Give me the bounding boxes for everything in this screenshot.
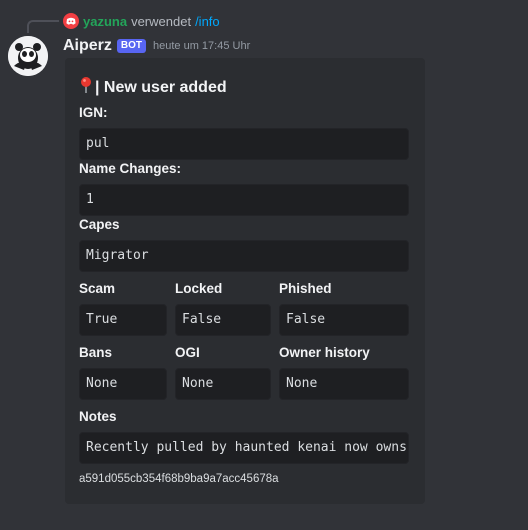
field-name-ign: IGN: <box>79 105 108 120</box>
bot-username[interactable]: Aiperz <box>63 37 112 55</box>
field-name-phished: Phished <box>279 281 332 296</box>
field-name-bans: Bans <box>79 345 113 360</box>
message-timestamp[interactable]: heute um 17:45 Uhr <box>153 40 250 52</box>
discord-icon <box>63 13 79 29</box>
message-header: Aiperz BOT heute um 17:45 Uhr <box>63 36 250 56</box>
embed-title-row: | New user added <box>79 76 227 99</box>
field-value-locked: False <box>175 304 271 336</box>
field-name-scam: Scam <box>79 281 116 296</box>
field-value-bans: None <box>79 368 167 400</box>
field-value-notes: Recently pulled by haunted kenai now own… <box>79 432 409 464</box>
field-name-name-changes: Name Changes: <box>79 161 182 176</box>
field-value-phished: False <box>279 304 409 336</box>
reply-command[interactable]: /info <box>195 14 220 29</box>
field-name-notes: Notes <box>79 409 117 424</box>
field-value-scam: True <box>79 304 167 336</box>
field-name-locked: Locked <box>175 281 223 296</box>
field-name-capes: Capes <box>79 217 120 232</box>
embed-footer: a591d055cb354f68b9ba9a7acc45678a <box>79 473 279 485</box>
bot-tag: BOT <box>116 39 147 53</box>
field-value-capes: Migrator <box>79 240 409 272</box>
embed-title: | New user added <box>95 78 227 96</box>
bot-avatar[interactable] <box>8 36 48 76</box>
field-value-ign: pul <box>79 128 409 160</box>
field-value-name-changes: 1 <box>79 184 409 216</box>
reply-connector <box>27 20 59 33</box>
embed: | New user added IGN: pul Name Changes: … <box>65 58 425 504</box>
reply-reference[interactable]: yazuna verwendet /info <box>63 13 220 29</box>
pin-icon <box>79 76 93 99</box>
field-name-ogi: OGI <box>175 345 200 360</box>
field-name-owner-history: Owner history <box>279 345 370 360</box>
reply-username[interactable]: yazuna <box>83 14 127 29</box>
reply-text: verwendet <box>131 13 192 29</box>
field-value-ogi: None <box>175 368 271 400</box>
field-value-owner-history: None <box>279 368 409 400</box>
